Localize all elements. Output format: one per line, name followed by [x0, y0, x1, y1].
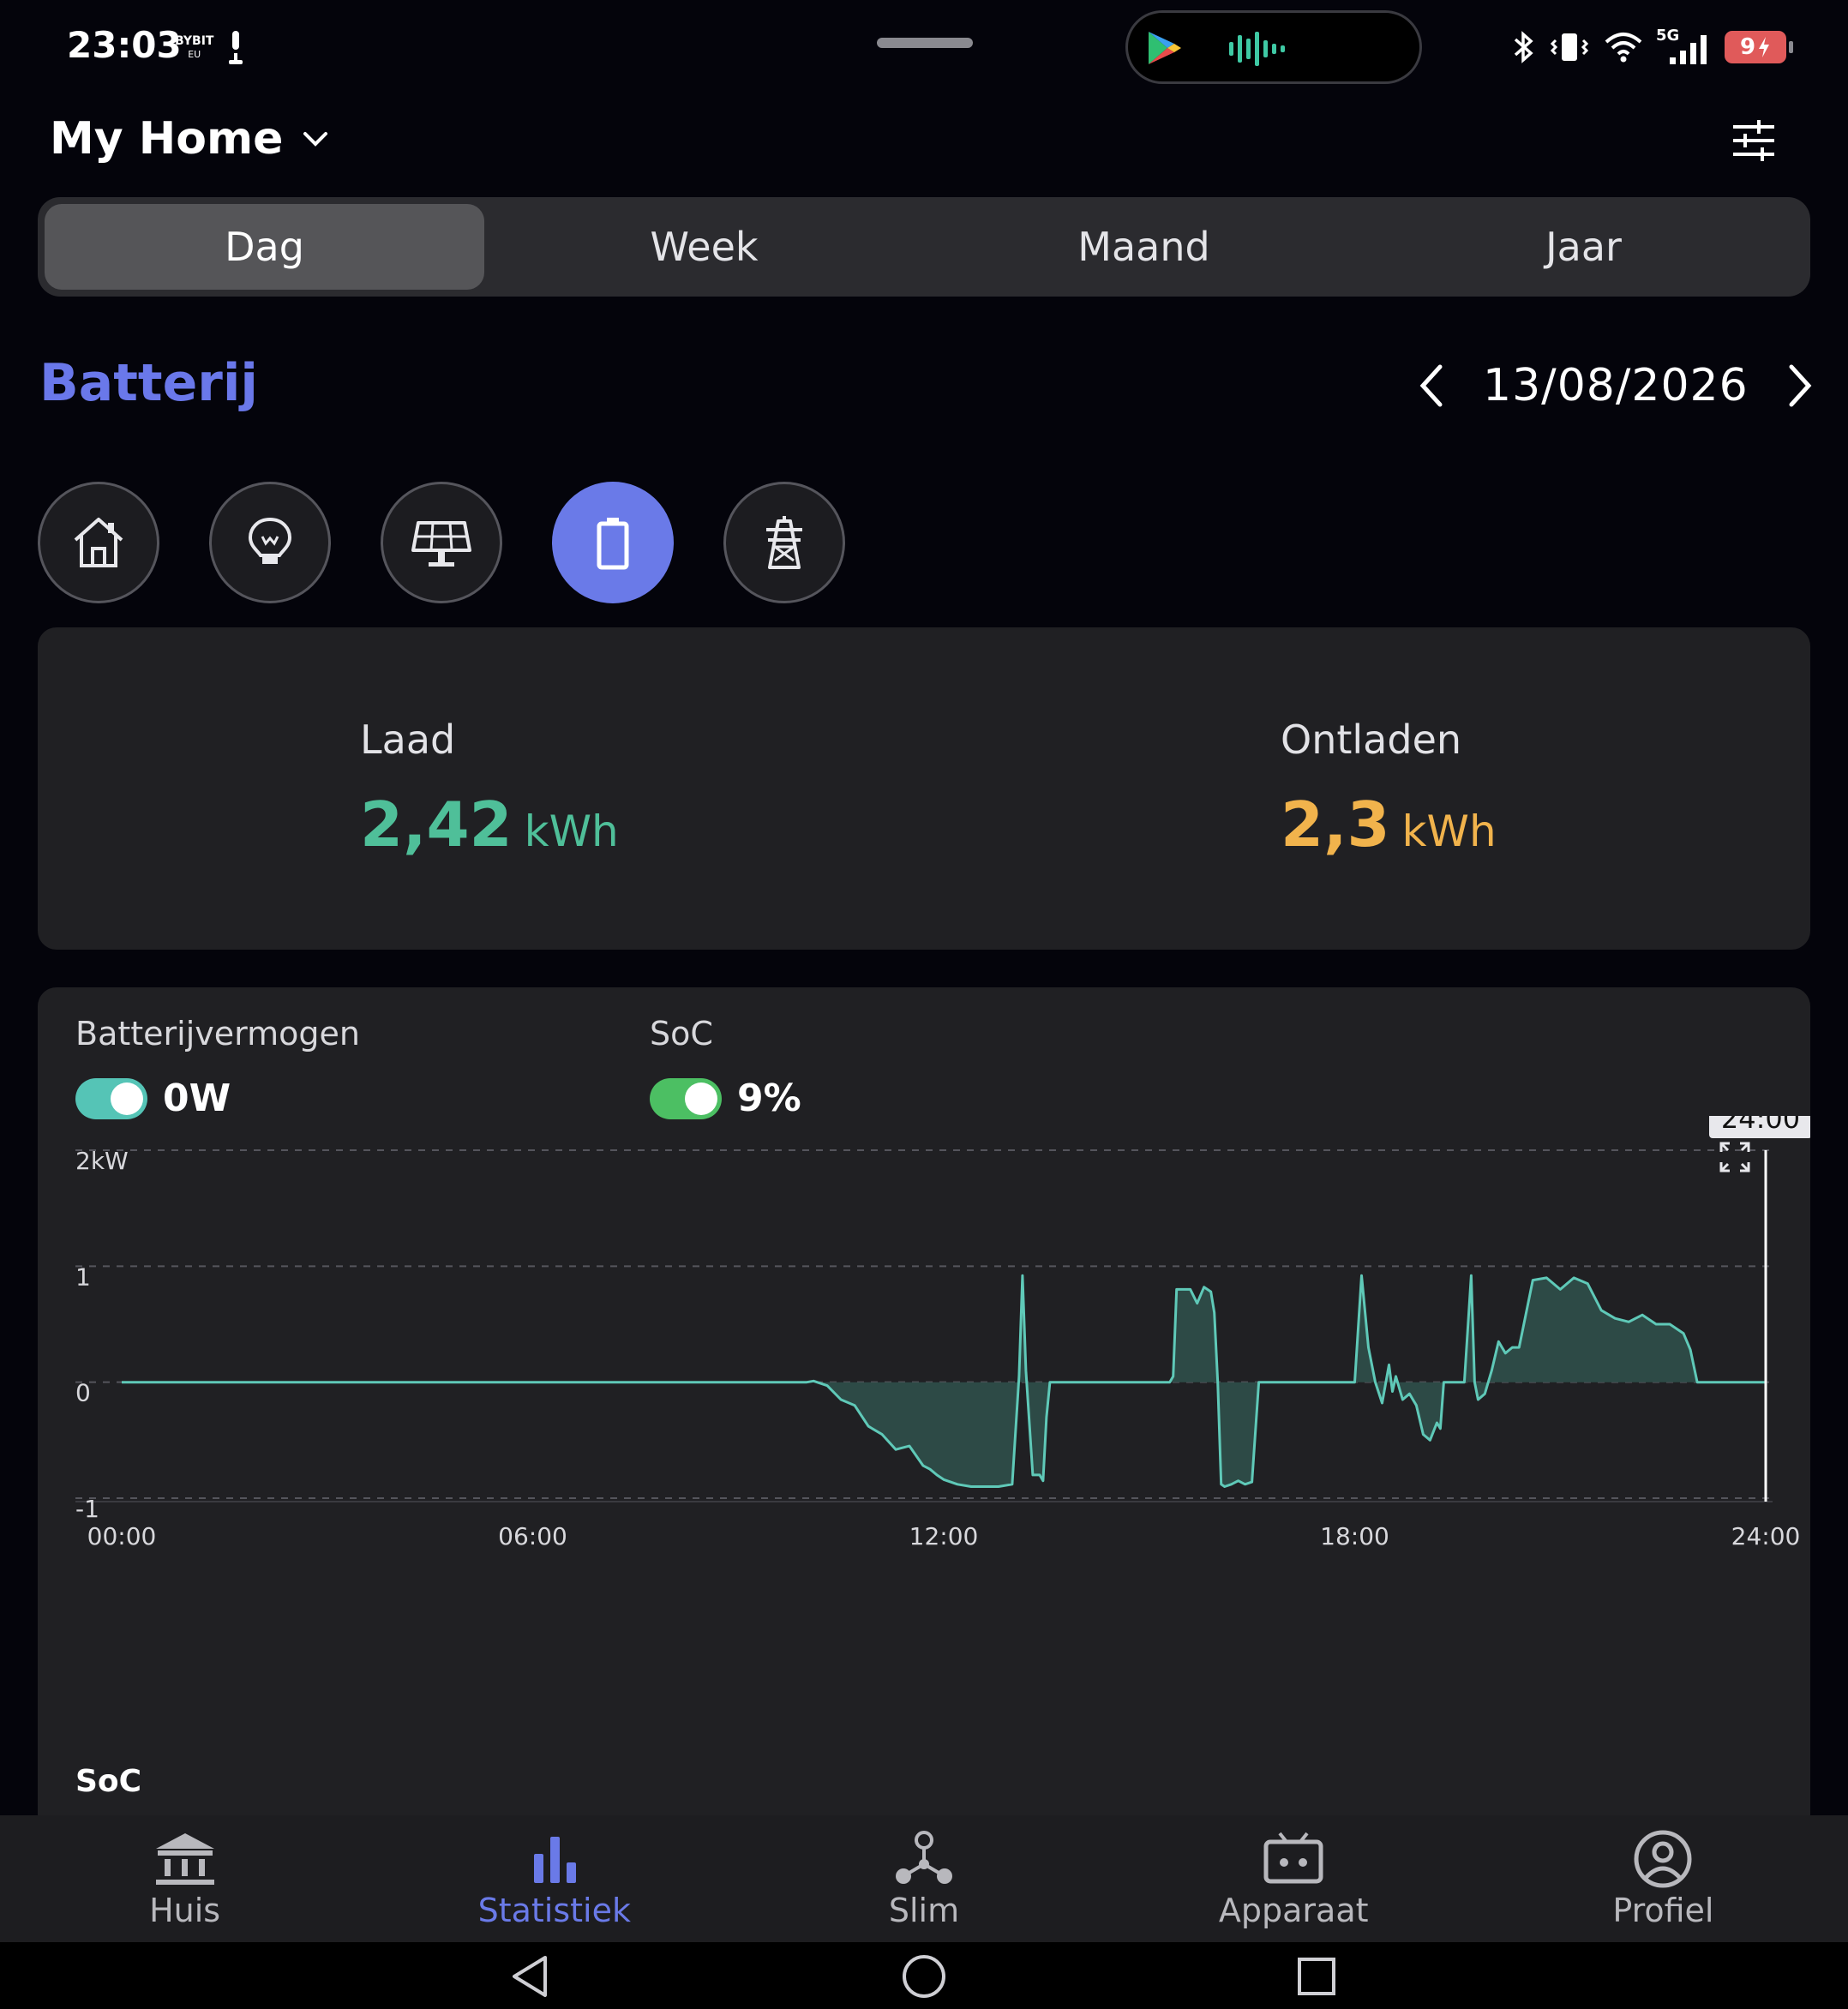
x-tick-label: 18:00	[1320, 1522, 1389, 1550]
charge-unit: kWh	[524, 807, 619, 856]
x-tick-label: 06:00	[498, 1522, 567, 1550]
home-name: My Home	[50, 113, 284, 165]
soc-chart-title: SoC	[75, 1764, 142, 1799]
bybit-notification-icon: BYBIT EU	[175, 34, 214, 60]
recents-icon[interactable]	[1291, 1951, 1342, 2002]
device-icon	[1263, 1832, 1323, 1884]
x-tick-label: 12:00	[909, 1522, 979, 1550]
charge-value: 2,42 kWh	[360, 789, 619, 861]
expand-chart-button[interactable]	[1716, 1138, 1754, 1176]
status-time: 23:03	[67, 24, 182, 66]
status-bar: 23:03 BYBIT EU 5G 9	[0, 0, 1848, 94]
nav-apparaat[interactable]: Apparaat	[1109, 1815, 1479, 1942]
vibrate-icon	[1550, 33, 1589, 61]
category-consumption-button[interactable]	[209, 482, 331, 603]
date-navigator: 13/08/2026	[1406, 353, 1826, 418]
microphone-icon	[229, 31, 243, 64]
sliders-icon	[1733, 120, 1774, 161]
charge-label: Laad	[360, 717, 456, 763]
y-tick-label: 0	[75, 1379, 91, 1407]
previous-date-button[interactable]	[1406, 353, 1457, 418]
x-tick-label: 24:00	[1731, 1522, 1801, 1550]
dynamic-island[interactable]	[1125, 10, 1422, 84]
section-title: Batterij	[39, 353, 258, 413]
tab-maand[interactable]: Maand	[924, 204, 1364, 290]
selected-date[interactable]: 13/08/2026	[1483, 360, 1749, 411]
profile-icon	[1634, 1830, 1692, 1888]
battery-icon	[597, 518, 629, 570]
category-battery-button[interactable]	[552, 482, 674, 603]
charge-summary: Laad 2,42 kWh	[360, 717, 619, 861]
discharge-label: Ontladen	[1281, 717, 1462, 763]
category-selector	[38, 482, 845, 603]
discharge-summary: Ontladen 2,3 kWh	[1281, 717, 1497, 861]
nav-statistiek[interactable]: Statistiek	[369, 1815, 739, 1942]
power-series-toggle[interactable]	[75, 1077, 147, 1119]
solar-panel-icon	[411, 521, 471, 567]
legend-soc: SoC 9%	[650, 1015, 801, 1120]
tab-dag[interactable]: Dag	[45, 204, 484, 290]
period-tabs: Dag Week Maand Jaar	[38, 197, 1810, 297]
audio-wave-icon	[1229, 32, 1285, 66]
grid-tower-icon	[766, 516, 802, 569]
nav-slim[interactable]: Slim	[739, 1815, 1108, 1942]
battery-chart-card: Batterijvermogen 0W SoC 9% 2kW 1 0 -1 00:00 0…	[38, 987, 1810, 1879]
drag-handle[interactable]	[877, 38, 973, 48]
y-tick-label: -1	[75, 1495, 99, 1523]
cursor-label: 24:00	[1721, 1116, 1800, 1135]
legend-power-value: 0W	[163, 1076, 231, 1120]
tab-week[interactable]: Week	[484, 204, 924, 290]
summary-card: Laad 2,42 kWh Ontladen 2,3 kWh	[38, 627, 1810, 950]
bank-icon	[155, 1833, 214, 1885]
filter-settings-button[interactable]	[1728, 115, 1779, 166]
home-icon	[74, 518, 123, 567]
bulb-icon	[248, 517, 292, 564]
soc-series-toggle[interactable]	[650, 1077, 722, 1119]
tab-jaar[interactable]: Jaar	[1364, 204, 1803, 290]
home-circle-icon[interactable]	[898, 1951, 950, 2002]
y-tick-label: 1	[75, 1262, 91, 1291]
category-home-button[interactable]	[38, 482, 159, 603]
chevron-right-icon	[1789, 364, 1812, 407]
legend-soc-value: 9%	[737, 1076, 801, 1120]
y-tick-label: 2kW	[75, 1147, 129, 1175]
back-icon[interactable]	[506, 1951, 557, 2002]
network-icon	[896, 1831, 952, 1884]
home-selector[interactable]: My Home	[50, 113, 333, 165]
nav-profiel[interactable]: Profiel	[1479, 1815, 1848, 1942]
discharge-unit: kWh	[1401, 807, 1497, 856]
cellular-signal-icon: 5G	[1656, 27, 1713, 66]
x-tick-label: 00:00	[87, 1522, 157, 1550]
status-icons: 5G 9	[1510, 24, 1793, 70]
battery-level-indicator: 9	[1725, 31, 1793, 63]
chevron-left-icon	[1419, 364, 1443, 407]
battery-power-chart[interactable]: 2kW 1 0 -100:00 06:00 12:00 18:00 24:00 24:00	[38, 1116, 1810, 1750]
legend-power: Batterijvermogen 0W	[75, 1015, 360, 1120]
nav-huis[interactable]: Huis	[0, 1815, 369, 1942]
legend-power-label: Batterijvermogen	[75, 1015, 360, 1052]
legend-soc-label: SoC	[650, 1015, 713, 1052]
discharge-value: 2,3 kWh	[1281, 789, 1497, 861]
charging-bolt-icon	[1759, 37, 1770, 57]
wifi-icon	[1605, 33, 1642, 63]
category-grid-button[interactable]	[723, 482, 845, 603]
bluetooth-icon	[1514, 31, 1533, 63]
next-date-button[interactable]	[1774, 353, 1826, 418]
bar-chart-icon	[533, 1837, 576, 1883]
bottom-navigation: Huis Statistiek Slim Apparaat Profiel	[0, 1815, 1848, 1942]
play-store-icon	[1149, 32, 1181, 64]
system-navigation-bar	[0, 1942, 1848, 2009]
chevron-down-icon	[303, 132, 328, 147]
category-solar-button[interactable]	[381, 482, 502, 603]
